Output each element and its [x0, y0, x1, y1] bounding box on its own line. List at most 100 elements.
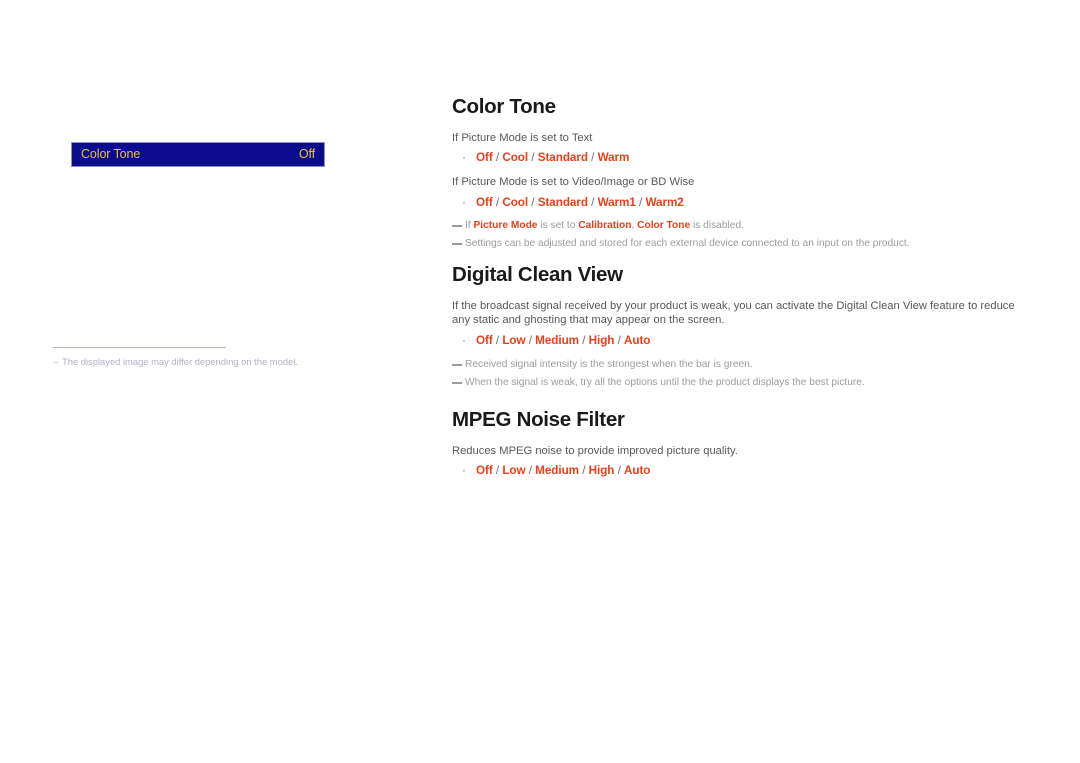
emphasis-term: Picture Mode — [473, 220, 538, 232]
emphasis-term: Video/Image — [572, 175, 635, 188]
option-separator: / — [492, 151, 503, 165]
option-bullet-row: · Off / Low / Medium / High / Auto — [452, 333, 1032, 349]
note-row: Received signal intensity is the stronge… — [452, 358, 1032, 372]
condition-line: If Picture Mode is set to Text — [452, 131, 1032, 146]
note-row: Settings can be adjusted and stored for … — [452, 237, 1032, 251]
option-value[interactable]: High — [589, 334, 615, 347]
option-value[interactable]: Cool — [502, 196, 528, 209]
text-run: Received signal intensity is the stronge… — [465, 358, 753, 370]
emphasis-term: Picture Mode — [461, 175, 528, 188]
option-value[interactable]: Medium — [535, 334, 579, 347]
text-run: If — [465, 220, 474, 232]
section-color-tone: Color Tone If Picture Mode is set to Tex… — [452, 95, 1032, 256]
section-heading: Color Tone — [452, 95, 556, 118]
section-body: Reduces MPEG noise to provide improved p… — [452, 444, 1032, 488]
text-run: or — [634, 175, 651, 188]
option-list: Off / Cool / Standard / Warm1 / Warm2 — [476, 195, 684, 210]
body-paragraph: If the broadcast signal received by your… — [452, 299, 1032, 329]
option-value[interactable]: Low — [502, 464, 525, 477]
option-value[interactable]: Off — [476, 151, 493, 164]
text-run: Reduces MPEG noise to provide improved p… — [452, 444, 738, 457]
bullet-dot-icon: · — [462, 152, 466, 165]
option-value[interactable]: Off — [476, 334, 493, 347]
note-dash-icon — [452, 225, 462, 228]
option-bullet-row: · Off / Cool / Standard / Warm — [452, 150, 1032, 166]
option-separator: / — [635, 195, 646, 209]
emphasis-term: Digital Clean View — [836, 299, 927, 312]
text-run: If — [452, 131, 462, 144]
option-separator: / — [579, 334, 589, 348]
left-footnote-text: The displayed image may differ depending… — [62, 356, 298, 367]
note-dash-icon — [452, 363, 462, 366]
color-tone-osd-row[interactable]: Color Tone Off — [71, 142, 325, 167]
option-separator: / — [587, 151, 598, 165]
option-value[interactable]: Standard — [538, 196, 588, 209]
option-separator: / — [587, 195, 598, 209]
option-bullet-row: · Off / Low / Medium / High / Auto — [452, 463, 1032, 479]
option-value[interactable]: High — [589, 464, 615, 477]
option-value[interactable]: Warm — [598, 151, 630, 164]
text-run: When the signal is weak, try all the opt… — [465, 376, 865, 388]
note-row: When the signal is weak, try all the opt… — [452, 376, 1032, 390]
emphasis-term: Calibration — [578, 220, 632, 232]
manual-page: Color Tone Off – The displayed image may … — [0, 0, 1080, 763]
section-mpeg-noise-filter: MPEG Noise Filter Reduces MPEG noise to … — [452, 408, 1032, 488]
note-text: Settings can be adjusted and stored for … — [465, 237, 910, 251]
text-run: If — [452, 175, 462, 188]
option-list: Off / Low / Medium / High / Auto — [476, 463, 650, 478]
section-body: If the broadcast signal received by your… — [452, 299, 1032, 394]
option-value[interactable]: Warm2 — [645, 196, 683, 209]
option-value[interactable]: Off — [476, 196, 493, 209]
section-heading: Digital Clean View — [452, 263, 623, 286]
option-bullet-row: · Off / Cool / Standard / Warm1 / Warm2 — [452, 195, 1032, 211]
note-dash-icon — [452, 381, 462, 384]
left-footnote-dash-icon: – — [53, 356, 59, 367]
emphasis-term: Picture Mode — [461, 131, 528, 144]
emphasis-term: BD Wise — [650, 175, 695, 188]
option-value[interactable]: Standard — [538, 151, 588, 164]
option-value[interactable]: Warm1 — [598, 196, 636, 209]
option-value[interactable]: Cool — [502, 151, 528, 164]
option-separator: / — [492, 334, 503, 348]
bullet-dot-icon: · — [462, 196, 466, 209]
option-value[interactable]: Off — [476, 464, 493, 477]
bullet-dot-icon: · — [462, 335, 466, 348]
section-body: If Picture Mode is set to Text · Off / Coo… — [452, 131, 1032, 256]
body-paragraph: Reduces MPEG noise to provide improved p… — [452, 444, 1032, 459]
text-run: is disabled. — [690, 220, 744, 232]
osd-row-label: Color Tone — [81, 147, 141, 162]
option-value[interactable]: Auto — [624, 464, 650, 477]
option-list: Off / Low / Medium / High / Auto — [476, 333, 650, 348]
option-separator: / — [525, 464, 536, 478]
text-run: is set to — [527, 175, 573, 188]
option-separator: / — [525, 334, 536, 348]
note-text: Received signal intensity is the stronge… — [465, 358, 753, 372]
note-row: If Picture Mode is set to Calibration, C… — [452, 219, 1032, 233]
text-run: Settings can be adjusted and stored for … — [465, 238, 910, 250]
option-separator: / — [614, 464, 624, 478]
option-list: Off / Cool / Standard / Warm — [476, 150, 629, 165]
left-illustration-column: Color Tone Off – The displayed image may … — [0, 0, 430, 763]
condition-line: If Picture Mode is set to Video/Image or… — [452, 175, 1032, 190]
option-value[interactable]: Medium — [535, 464, 579, 477]
text-run: is set to — [537, 220, 579, 232]
left-note-divider — [53, 347, 226, 348]
text-run: is set to — [527, 131, 572, 144]
option-separator: / — [492, 195, 503, 209]
emphasis-term: Color Tone — [637, 220, 691, 232]
emphasis-term: Text — [571, 131, 593, 144]
text-run: If the broadcast signal received by your… — [452, 299, 837, 312]
option-separator: / — [528, 195, 538, 209]
note-text: When the signal is weak, try all the opt… — [465, 376, 865, 390]
option-value[interactable]: Low — [502, 334, 525, 347]
note-dash-icon — [452, 243, 462, 246]
option-separator: / — [614, 334, 624, 348]
note-text: If Picture Mode is set to Calibration, C… — [465, 219, 744, 233]
section-digital-clean-view: Digital Clean View If the broadcast sign… — [452, 263, 1032, 394]
bullet-dot-icon: · — [462, 465, 466, 478]
left-footnote: – The displayed image may differ dependin… — [53, 356, 393, 369]
option-value[interactable]: Auto — [624, 334, 650, 347]
option-separator: / — [579, 464, 589, 478]
option-separator: / — [528, 151, 538, 165]
osd-row-value: Off — [298, 147, 315, 162]
